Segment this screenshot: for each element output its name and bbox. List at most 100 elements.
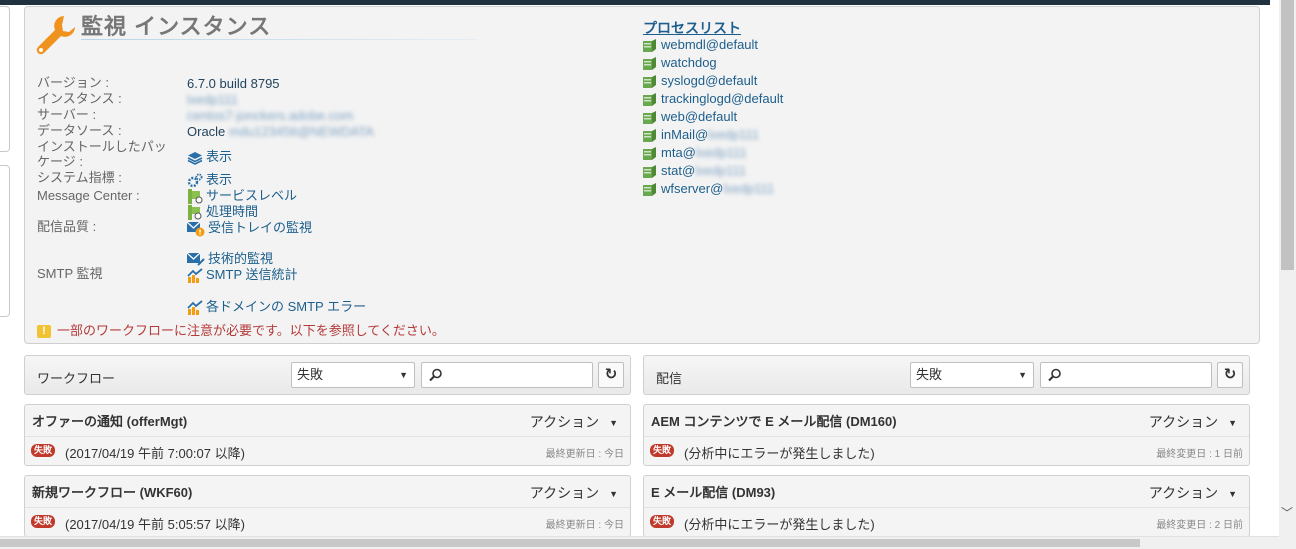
scroll-down-icon[interactable]: ﹀ xyxy=(1281,504,1293,521)
packages-label: インストールしたパッケージ : xyxy=(37,139,167,169)
left-panel-stub xyxy=(0,165,10,317)
horizontal-scrollbar[interactable] xyxy=(0,536,1279,549)
action-label: アクション xyxy=(1148,485,1219,501)
process-name: stat@ xyxy=(661,163,696,178)
sysindicators-label: システム指標 : xyxy=(37,170,122,185)
deliverability-label: 配信品質 : xyxy=(37,219,97,234)
smtp-errors-link[interactable]: 各ドメインの SMTP エラー xyxy=(187,296,366,316)
action-label: アクション xyxy=(1148,414,1219,430)
server-icon xyxy=(643,165,656,179)
version-value: 6.7.0 build 8795 xyxy=(187,76,280,91)
warning-icon: ! xyxy=(37,325,51,339)
workflow-card: オファーの通知 (offerMgt) アクション ▼ 失敗 (2017/04/19… xyxy=(24,404,631,466)
datasource-label: データソース : xyxy=(37,123,122,138)
inbox-link[interactable]: 受信トレイの監視 xyxy=(187,217,312,237)
process-item[interactable]: inMail@lxedp111 xyxy=(643,126,783,144)
datasource-value-wrap: Oracle mdu123456@NEWDATA xyxy=(187,124,374,139)
workflow-filter-value: 失敗 xyxy=(297,367,324,382)
workflow-warning: ! 一部のワークフローに注意が必要です。以下を参照してください。 xyxy=(37,320,445,339)
server-value-wrap: centos7-jonckers.adobe.com xyxy=(187,108,353,123)
last-modified: 最終変更日 : 1 日前 xyxy=(1156,449,1243,460)
scrollbar-thumb[interactable] xyxy=(1281,0,1294,270)
server-icon xyxy=(643,183,656,197)
packages-link-text[interactable]: 表示 xyxy=(206,149,232,164)
packages-link[interactable]: 表示 xyxy=(187,146,232,165)
workflow-refresh-button[interactable]: ↻ xyxy=(598,362,624,388)
caret-down-icon: ▼ xyxy=(1228,489,1237,500)
delivery-filter-select[interactable]: 失敗 ▼ xyxy=(910,362,1034,388)
delivery-card-title[interactable]: AEM コンテンツで E メール配信 (DM160) xyxy=(651,411,897,430)
top-bar xyxy=(0,0,1270,5)
smtp-label: SMTP 監視 xyxy=(37,266,103,281)
inbox-link-text[interactable]: 受信トレイの監視 xyxy=(208,220,312,235)
server-icon xyxy=(643,129,656,143)
process-name: mta@ xyxy=(661,145,696,160)
status-badge: 失敗 xyxy=(31,515,56,528)
server-value: centos7-jonckers.adobe.com xyxy=(187,108,354,123)
action-label: アクション xyxy=(529,414,600,430)
process-item[interactable]: web@default xyxy=(643,108,783,126)
process-item[interactable]: webmdl@default xyxy=(643,36,783,54)
workflow-search-input[interactable] xyxy=(421,362,593,388)
smtp-errors-link-text[interactable]: 各ドメインの SMTP エラー xyxy=(206,299,366,314)
last-modified: 最終変更日 : 2 日前 xyxy=(1156,520,1243,531)
vertical-scrollbar[interactable]: ﹀ xyxy=(1279,0,1296,549)
process-suffix: lxedp111 xyxy=(708,127,759,142)
delivery-status-text: (分析中にエラーが発生しました) xyxy=(684,517,875,532)
delivery-section-title: 配信 xyxy=(656,371,683,386)
delivery-toolbar: 配信 失敗 ▼ ↻ xyxy=(643,355,1250,395)
scrollbar-thumb[interactable] xyxy=(0,539,1140,547)
process-item[interactable]: mta@lxedp111 xyxy=(643,144,783,162)
instance-panel: 監視 インスタンス バージョン : 6.7.0 build 8795 インスタン… xyxy=(24,6,1260,344)
status-badge: 失敗 xyxy=(650,444,675,457)
smtp-stats-link[interactable]: SMTP 送信統計 xyxy=(187,264,298,284)
delivery-search-input[interactable] xyxy=(1040,362,1212,388)
chart-icon xyxy=(187,268,203,284)
warning-text: 一部のワークフローに注意が必要です。以下を参照してください。 xyxy=(57,323,445,338)
process-name: trackinglogd@default xyxy=(661,91,784,106)
instance-label: インスタンス : xyxy=(37,91,122,106)
layers-icon xyxy=(187,151,203,165)
page-title: 監視 インスタンス xyxy=(81,14,272,39)
refresh-icon: ↻ xyxy=(1223,366,1237,383)
server-icon xyxy=(643,75,656,89)
action-label: アクション xyxy=(529,485,600,501)
workflow-card-title[interactable]: オファーの通知 (offerMgt) xyxy=(32,411,187,430)
delivery-action-dropdown[interactable]: アクション ▼ xyxy=(1149,412,1237,432)
server-icon xyxy=(643,57,656,71)
card-divider xyxy=(644,436,1249,437)
smtp-stats-link-text[interactable]: SMTP 送信統計 xyxy=(206,267,298,282)
server-icon xyxy=(643,39,656,53)
server-label: サーバー : xyxy=(37,107,97,122)
process-item[interactable]: wfserver@lxedp111 xyxy=(643,180,783,198)
version-label: バージョン : xyxy=(37,75,109,90)
process-item[interactable]: syslogd@default xyxy=(643,72,783,90)
process-name: syslogd@default xyxy=(661,73,758,88)
last-updated: 最終更新日 : 今日 xyxy=(545,520,624,531)
title-underline xyxy=(81,39,477,40)
workflow-action-dropdown[interactable]: アクション ▼ xyxy=(530,412,618,432)
wrench-icon xyxy=(36,16,75,55)
delivery-card-title[interactable]: E メール配信 (DM93) xyxy=(651,482,775,501)
delivery-filter-value: 失敗 xyxy=(916,367,943,382)
workflow-filter-select[interactable]: 失敗 ▼ xyxy=(291,362,415,388)
delivery-refresh-button[interactable]: ↻ xyxy=(1217,362,1243,388)
workflow-card-title[interactable]: 新規ワークフロー (WKF60) xyxy=(32,482,192,501)
instance-value: lxedp111 xyxy=(187,92,238,107)
workflow-status-text: (2017/04/19 午前 7:00:07 以降) xyxy=(65,446,245,461)
process-name: watchdog xyxy=(661,55,717,70)
card-divider xyxy=(25,436,630,437)
process-item[interactable]: trackinglogd@default xyxy=(643,90,783,108)
workflow-status-text: (2017/04/19 午前 5:05:57 以降) xyxy=(65,517,245,532)
process-list: webmdl@default watchdog syslogd@default … xyxy=(643,36,783,198)
process-item[interactable]: stat@lxedp111 xyxy=(643,162,783,180)
search-icon xyxy=(429,368,442,382)
process-item[interactable]: watchdog xyxy=(643,54,783,72)
workflow-action-dropdown[interactable]: アクション ▼ xyxy=(530,483,618,503)
process-name: web@default xyxy=(661,109,738,124)
chevron-down-icon: ▼ xyxy=(399,370,408,380)
delivery-card: AEM コンテンツで E メール配信 (DM160) アクション ▼ 失敗 (分析… xyxy=(643,404,1250,466)
delivery-action-dropdown[interactable]: アクション ▼ xyxy=(1149,483,1237,503)
workflow-toolbar: ワークフロー 失敗 ▼ ↻ xyxy=(24,355,631,395)
process-list-title[interactable]: プロセスリスト xyxy=(643,18,741,38)
